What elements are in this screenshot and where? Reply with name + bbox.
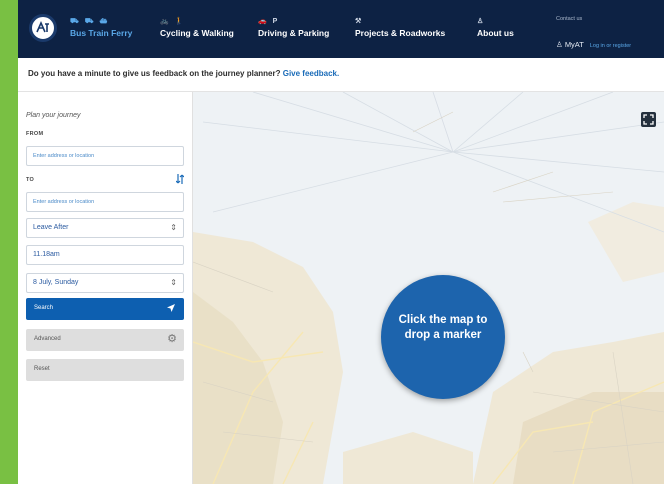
fullscreen-button[interactable] — [641, 112, 656, 127]
search-label: Search — [34, 305, 54, 311]
myat-account[interactable]: ♙ MyAT Log in or register — [556, 40, 631, 49]
bike-icon: 🚲 🚶 — [160, 18, 186, 25]
expand-icon — [643, 114, 654, 125]
time-value: 11.18am — [33, 251, 60, 258]
nav-about-label: About us — [477, 28, 514, 38]
person-icon: ♙ — [477, 18, 486, 25]
advanced-label: Advanced — [34, 336, 61, 342]
marker-prompt-text: Click the map to drop a marker — [398, 314, 488, 341]
hammer-icon: ⚒ — [355, 18, 364, 25]
at-logo-icon — [36, 21, 49, 33]
nav-about-us[interactable]: ♙ About us — [477, 17, 514, 39]
drop-marker-prompt: Click the map to drop a marker — [381, 275, 505, 399]
from-input[interactable]: Enter address or location — [26, 146, 184, 166]
user-icon: ♙ — [556, 40, 565, 49]
to-input[interactable]: Enter address or location — [26, 192, 184, 212]
navigate-arrow-icon — [167, 304, 175, 312]
nav-projects-roadworks[interactable]: ⚒ Projects & Roadworks — [355, 17, 445, 39]
nav-driving-parking[interactable]: 🚗 P Driving & Parking — [258, 17, 329, 39]
car-icon: 🚗 P — [258, 18, 280, 25]
myat-label: MyAT — [564, 40, 584, 49]
date-value: 8 July, Sunday — [33, 279, 79, 286]
journey-planner-panel: Plan your journey FROM Enter address or … — [18, 92, 193, 484]
select-caret-icon: ⇕ — [170, 223, 177, 232]
reset-button[interactable]: Reset — [26, 359, 184, 381]
feedback-banner: Do you have a minute to give us feedback… — [18, 58, 664, 92]
to-label: TO — [26, 177, 35, 183]
reset-label: Reset — [34, 366, 50, 372]
feedback-text: Do you have a minute to give us feedback… — [28, 69, 339, 78]
search-button[interactable]: Search — [26, 298, 184, 320]
nav-projects-label: Projects & Roadworks — [355, 28, 446, 38]
swap-icon[interactable] — [176, 173, 184, 185]
give-feedback-link[interactable]: Give feedback. — [283, 69, 339, 78]
date-select[interactable]: 8 July, Sunday ⇕ — [26, 273, 184, 293]
nav-bus-label: Bus Train Ferry — [70, 28, 133, 38]
at-logo[interactable] — [29, 14, 57, 42]
nav-bus-train-ferry[interactable]: ⛟ ⛟ ⛴ Bus Train Ferry — [70, 17, 132, 39]
time-input[interactable]: 11.18am — [26, 245, 184, 265]
planner-title: Plan your journey — [26, 112, 81, 119]
from-label: FROM — [26, 131, 44, 137]
advanced-button[interactable]: Advanced ⚙ — [26, 329, 184, 351]
nav-cycling-label: Cycling & Walking — [160, 28, 234, 38]
select-caret-icon: ⇕ — [170, 278, 177, 287]
app-frame: ⛟ ⛟ ⛴ Bus Train Ferry 🚲 🚶 Cycling & Walk… — [18, 0, 664, 484]
map-canvas[interactable]: Click the map to drop a marker — [193, 92, 664, 484]
leave-after-select[interactable]: Leave After ⇕ — [26, 218, 184, 238]
feedback-question: Do you have a minute to give us feedback… — [28, 69, 281, 78]
gear-icon: ⚙ — [167, 333, 177, 345]
leave-after-value: Leave After — [33, 224, 69, 231]
login-link[interactable]: Log in or register — [590, 43, 631, 49]
nav-cycling-walking[interactable]: 🚲 🚶 Cycling & Walking — [160, 17, 234, 39]
top-navigation: ⛟ ⛟ ⛴ Bus Train Ferry 🚲 🚶 Cycling & Walk… — [18, 0, 664, 58]
transport-icons: ⛟ ⛟ ⛴ — [70, 18, 110, 25]
nav-driving-label: Driving & Parking — [258, 28, 330, 38]
contact-us-link[interactable]: Contact us — [556, 16, 582, 22]
